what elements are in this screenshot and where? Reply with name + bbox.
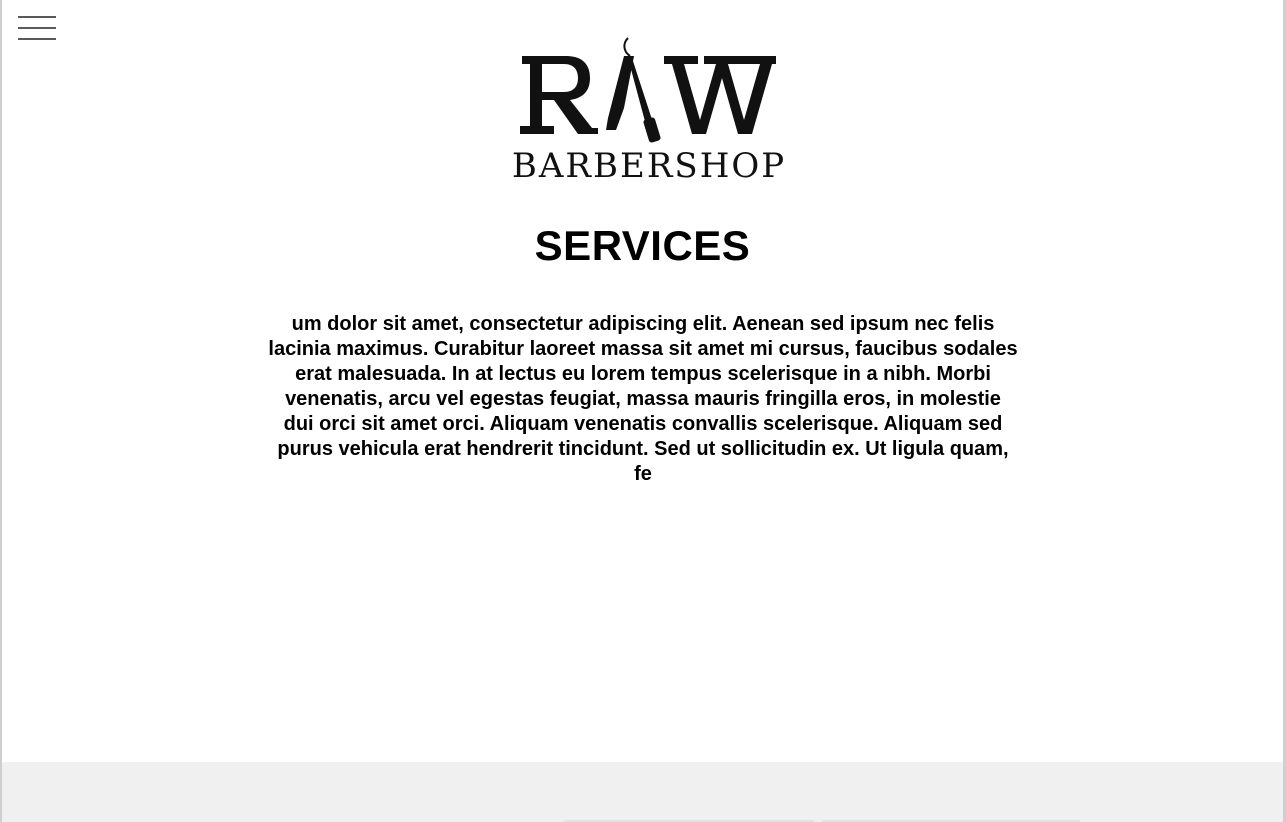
raw-barbershop-logo[interactable]: BARBERSHOP [508,34,790,184]
menu-line-middle [18,27,56,29]
menu-line-top [18,16,56,18]
logo-subtitle: BARBERSHOP [512,146,786,184]
logo-letter-r [520,56,598,134]
menu-line-bottom [18,38,56,40]
page-frame: BARBERSHOP SERVICES um dolor sit amet, c… [0,0,1286,822]
services-description: um dolor sit amet, consectetur adipiscin… [268,313,1018,485]
hamburger-menu-icon[interactable] [18,14,58,44]
logo-letter-w [664,56,776,134]
straight-razor-icon [606,37,661,143]
footer-band [2,762,1283,822]
services-title: SERVICES [534,222,751,269]
logo-graphic: BARBERSHOP [512,37,786,184]
